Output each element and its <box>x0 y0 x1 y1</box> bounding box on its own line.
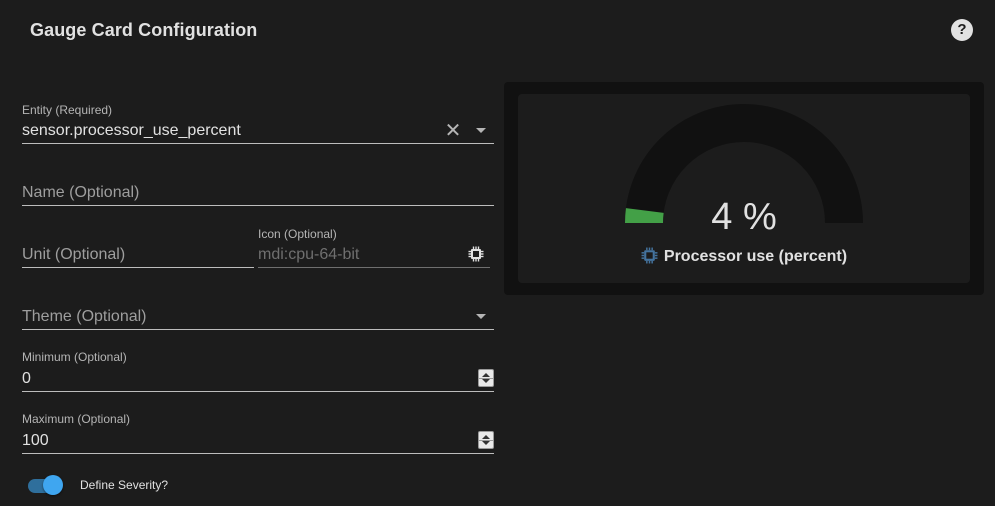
minimum-stepper[interactable] <box>478 369 494 387</box>
severity-label: Define Severity? <box>80 478 169 492</box>
cpu-64-bit-icon <box>641 247 658 264</box>
theme-field[interactable]: Theme (Optional) <box>22 294 494 330</box>
stepper-down-icon[interactable] <box>482 379 490 383</box>
help-icon[interactable]: ? <box>951 19 973 41</box>
chevron-down-icon[interactable] <box>476 314 486 319</box>
icon-field[interactable]: Icon (Optional) mdi:cpu-64-bit <box>258 224 490 268</box>
gauge-name-label: Processor use (percent) <box>663 248 848 265</box>
entity-label: Entity (Required) <box>22 103 113 117</box>
minimum-label: Minimum (Optional) <box>22 350 127 364</box>
card-preview: 4 % Processor use (percent) <box>504 82 984 295</box>
cpu-icon <box>468 246 484 262</box>
entity-field[interactable]: Entity (Required) sensor.processor_use_p… <box>22 100 494 144</box>
icon-label: Icon (Optional) <box>258 227 337 241</box>
stepper-up-icon[interactable] <box>482 435 490 439</box>
maximum-input[interactable]: 100 <box>22 432 49 450</box>
stepper-up-icon[interactable] <box>482 373 490 377</box>
unit-input[interactable]: Unit (Optional) <box>22 246 125 264</box>
gauge-card[interactable]: 4 % Processor use (percent) <box>518 94 970 283</box>
maximum-field[interactable]: Maximum (Optional) 100 <box>22 410 494 454</box>
clear-icon[interactable]: ✕ <box>444 121 462 141</box>
theme-select[interactable]: Theme (Optional) <box>22 308 147 326</box>
icon-input[interactable]: mdi:cpu-64-bit <box>258 246 359 264</box>
gauge-value: 4 % <box>711 196 777 238</box>
chevron-down-icon[interactable] <box>476 128 486 133</box>
maximum-label: Maximum (Optional) <box>22 412 131 426</box>
minimum-input[interactable]: 0 <box>22 370 31 388</box>
stepper-down-icon[interactable] <box>482 441 490 445</box>
gauge-name: Processor use (percent) <box>518 247 970 266</box>
severity-toggle[interactable] <box>28 474 64 496</box>
name-input[interactable]: Name (Optional) <box>22 184 139 202</box>
maximum-stepper[interactable] <box>478 431 494 449</box>
toggle-knob[interactable] <box>43 475 63 495</box>
entity-input[interactable]: sensor.processor_use_percent <box>22 122 241 140</box>
gauge-card-dialog: Gauge Card Configuration ? Entity (Requi… <box>0 0 995 506</box>
name-field[interactable]: Name (Optional) <box>22 170 494 206</box>
minimum-field[interactable]: Minimum (Optional) 0 <box>22 348 494 392</box>
dialog-title: Gauge Card Configuration <box>30 20 258 40</box>
unit-field[interactable]: Unit (Optional) <box>22 232 254 268</box>
